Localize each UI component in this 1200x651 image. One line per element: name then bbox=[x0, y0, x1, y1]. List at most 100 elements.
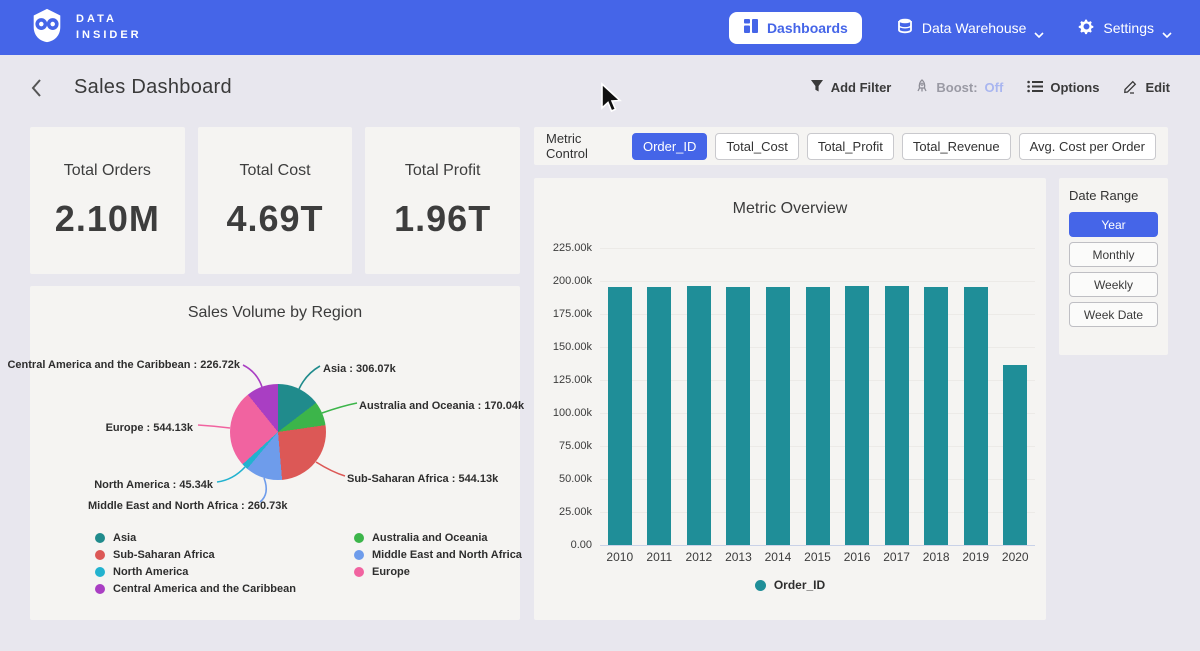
pie-callout-sub-saharan-africa: Sub-Saharan Africa : 544.13k bbox=[347, 473, 498, 485]
database-icon bbox=[896, 17, 914, 38]
bar-band-2016 bbox=[837, 248, 877, 545]
legend-item-europe[interactable]: Europe bbox=[354, 566, 522, 578]
top-nav: DATA INSIDER Dashboards Da bbox=[0, 0, 1200, 55]
charts-row: Metric Overview 225.00k200.00k175.00k150… bbox=[534, 178, 1168, 620]
y-axis-tick: 175.00k bbox=[534, 308, 592, 320]
bar-band-2019 bbox=[956, 248, 996, 545]
metric-chip-avg-cost-per-order[interactable]: Avg. Cost per Order bbox=[1019, 133, 1156, 160]
pie-leader-line bbox=[260, 478, 266, 502]
metric-chip-total-revenue[interactable]: Total_Revenue bbox=[902, 133, 1011, 160]
date-range-monthly[interactable]: Monthly bbox=[1069, 242, 1158, 267]
bar-2010[interactable] bbox=[608, 287, 632, 545]
kpi-card-0: Total Orders2.10M bbox=[30, 127, 185, 274]
kpi-label: Total Orders bbox=[64, 162, 151, 180]
kpi-value: 4.69T bbox=[226, 198, 323, 240]
bar-2012[interactable] bbox=[687, 286, 711, 545]
legend-label: Australia and Oceania bbox=[372, 532, 488, 544]
kpi-row: Total Orders2.10MTotal Cost4.69TTotal Pr… bbox=[30, 127, 520, 274]
pie-leader-line bbox=[322, 403, 357, 413]
metric-chip-total-profit[interactable]: Total_Profit bbox=[807, 133, 894, 160]
x-axis-label: 2019 bbox=[956, 550, 996, 564]
nav-data-warehouse[interactable]: Data Warehouse bbox=[896, 17, 1045, 38]
x-axis-label: 2020 bbox=[995, 550, 1035, 564]
boost-toggle[interactable]: Boost: Off bbox=[915, 79, 1003, 97]
date-range-weekly[interactable]: Weekly bbox=[1069, 272, 1158, 297]
x-axis-label: 2011 bbox=[640, 550, 680, 564]
date-range-card: Date Range Year Monthly Weekly Week Date bbox=[1059, 178, 1168, 355]
bar-chart-title: Metric Overview bbox=[534, 178, 1046, 218]
legend-label: Middle East and North Africa bbox=[372, 549, 522, 561]
bar-bands bbox=[600, 248, 1035, 545]
legend-label: Order_ID bbox=[774, 578, 825, 592]
y-axis-tick: 100.00k bbox=[534, 407, 592, 419]
bar-band-2014 bbox=[758, 248, 798, 545]
metric-control-label: Metric Control bbox=[546, 131, 618, 161]
nav-dashboards-button[interactable]: Dashboards bbox=[729, 12, 862, 44]
kpi-value: 1.96T bbox=[394, 198, 491, 240]
y-axis-tick: 50.00k bbox=[534, 473, 592, 485]
pie-callout-asia: Asia : 306.07k bbox=[323, 363, 396, 375]
bar-chart-plot bbox=[600, 248, 1035, 545]
legend-item-australia-and-oceania[interactable]: Australia and Oceania bbox=[354, 532, 522, 544]
bar-2013[interactable] bbox=[726, 287, 750, 545]
legend-dot bbox=[755, 580, 766, 591]
pie-leader-line bbox=[316, 462, 345, 476]
date-range-year[interactable]: Year bbox=[1069, 212, 1158, 237]
pie-leader-line bbox=[299, 366, 320, 389]
x-axis-label: 2010 bbox=[600, 550, 640, 564]
add-filter-button[interactable]: Add Filter bbox=[810, 79, 892, 96]
pie-leader-line bbox=[198, 425, 230, 428]
x-axis-label: 2012 bbox=[679, 550, 719, 564]
dashboard-grid-icon bbox=[743, 18, 759, 37]
pie-chart[interactable] bbox=[230, 384, 326, 480]
bar-2016[interactable] bbox=[845, 286, 869, 545]
x-axis-label: 2013 bbox=[719, 550, 759, 564]
pie-chart-title: Sales Volume by Region bbox=[30, 286, 520, 322]
date-range-title: Date Range bbox=[1069, 188, 1158, 203]
bar-2019[interactable] bbox=[964, 287, 988, 545]
legend-item-central-america-and-the-caribbean[interactable]: Central America and the Caribbean bbox=[95, 583, 296, 595]
metric-chip-order-id[interactable]: Order_ID bbox=[632, 133, 707, 160]
legend-dot bbox=[354, 567, 364, 577]
page-header: Sales Dashboard Add Filter Boost: Off bbox=[0, 55, 1200, 120]
options-button[interactable]: Options bbox=[1027, 80, 1099, 96]
bar-2017[interactable] bbox=[885, 286, 909, 545]
bar-band-2010 bbox=[600, 248, 640, 545]
right-column: Metric Control Order_ID Total_Cost Total_P… bbox=[534, 127, 1168, 620]
metric-chip-total-cost[interactable]: Total_Cost bbox=[715, 133, 798, 160]
chevron-down-icon bbox=[1034, 25, 1044, 31]
pie-callout-europe: Europe : 544.13k bbox=[106, 422, 193, 434]
bar-band-2020 bbox=[995, 248, 1035, 545]
kpi-card-1: Total Cost4.69T bbox=[198, 127, 353, 274]
legend-item-middle-east-and-north-africa[interactable]: Middle East and North Africa bbox=[354, 549, 522, 561]
legend-item-asia[interactable]: Asia bbox=[95, 532, 296, 544]
bar-2014[interactable] bbox=[766, 287, 790, 545]
legend-label: Asia bbox=[113, 532, 136, 544]
bar-2018[interactable] bbox=[924, 287, 948, 545]
back-button[interactable] bbox=[30, 77, 52, 99]
chevron-down-icon bbox=[1162, 25, 1172, 31]
pie-chart-card: Sales Volume by Region Asia : 306.07k Aus… bbox=[30, 286, 520, 620]
bar-2020[interactable] bbox=[1003, 365, 1027, 545]
bar-band-2011 bbox=[640, 248, 680, 545]
legend-label: Central America and the Caribbean bbox=[113, 583, 296, 595]
left-column: Total Orders2.10MTotal Cost4.69TTotal Pr… bbox=[30, 127, 520, 620]
bar-2015[interactable] bbox=[806, 287, 830, 545]
edit-button[interactable]: Edit bbox=[1123, 79, 1170, 97]
legend-label: North America bbox=[113, 566, 188, 578]
legend-item-north-america[interactable]: North America bbox=[95, 566, 296, 578]
date-range-week-date[interactable]: Week Date bbox=[1069, 302, 1158, 327]
brand-name: DATA INSIDER bbox=[76, 12, 142, 44]
y-axis-tick: 225.00k bbox=[534, 242, 592, 254]
bar-chart-card: Metric Overview 225.00k200.00k175.00k150… bbox=[534, 178, 1046, 620]
nav-settings[interactable]: Settings bbox=[1078, 18, 1172, 38]
bar-2011[interactable] bbox=[647, 287, 671, 545]
brand-logo[interactable]: DATA INSIDER bbox=[28, 6, 142, 49]
x-axis-label: 2014 bbox=[758, 550, 798, 564]
pie-legend-column-1: Asia Sub-Saharan Africa North America Centr… bbox=[95, 532, 296, 595]
x-axis-label: 2016 bbox=[837, 550, 877, 564]
pie-callout-north-america: North America : 45.34k bbox=[94, 479, 213, 491]
y-axis-tick: 75.00k bbox=[534, 440, 592, 452]
legend-item-sub-saharan-africa[interactable]: Sub-Saharan Africa bbox=[95, 549, 296, 561]
y-axis-tick: 0.00 bbox=[534, 539, 592, 551]
